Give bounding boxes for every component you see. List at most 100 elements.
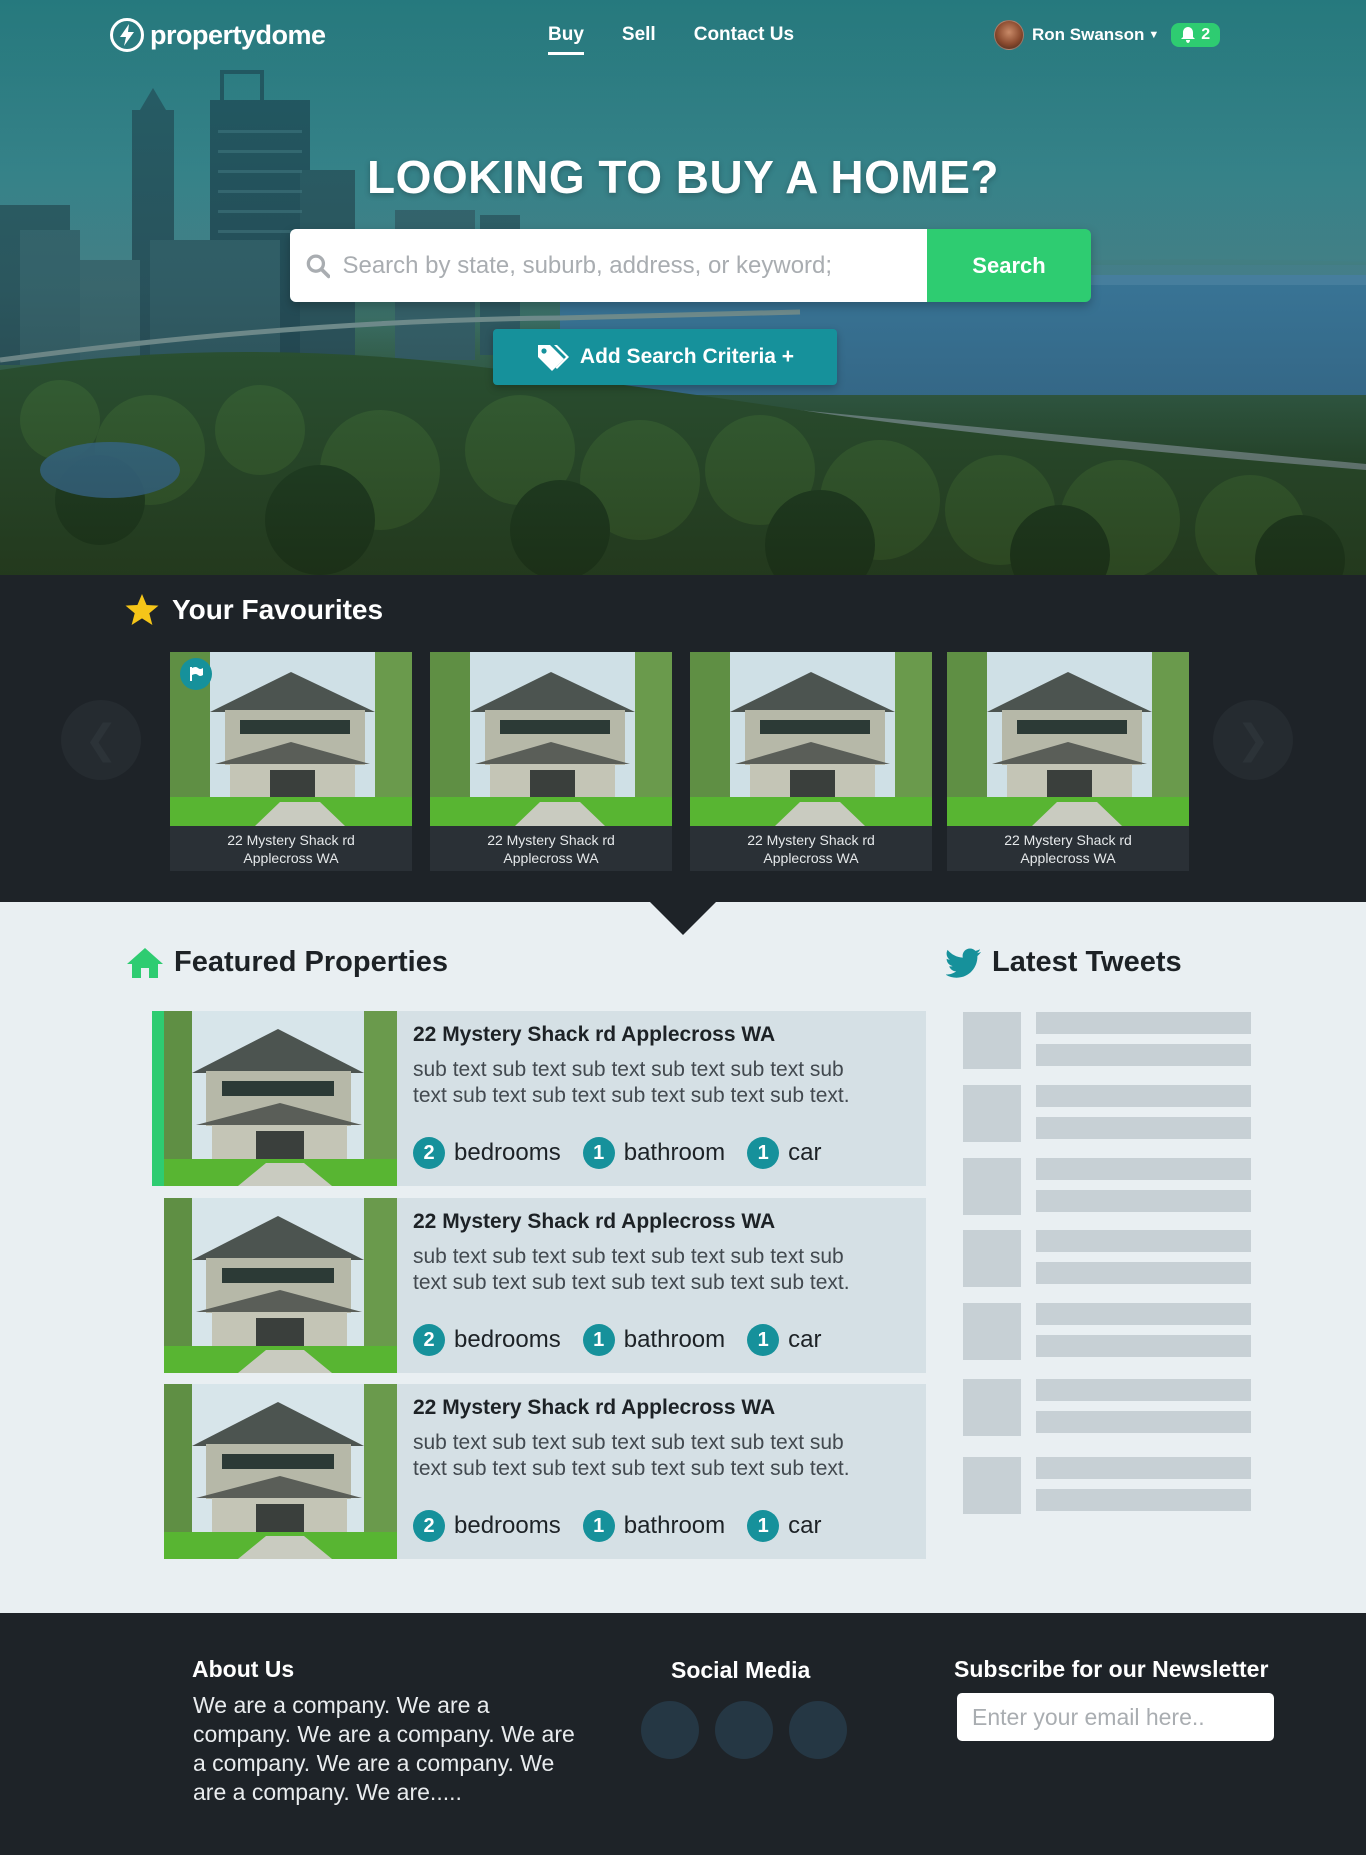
property-photo: [170, 652, 412, 826]
favourite-address-line1: 22 Mystery Shack rd: [227, 832, 355, 848]
bedrooms-count: 2: [413, 1137, 445, 1169]
user-name: Ron Swanson: [1032, 25, 1145, 44]
tweet-placeholder: [963, 1303, 1253, 1360]
social-link-1[interactable]: [641, 1701, 699, 1759]
cars-count: 1: [747, 1324, 780, 1356]
nav-link-sell[interactable]: Sell: [622, 24, 656, 55]
tweet-line-placeholder: [1036, 1230, 1251, 1252]
featured-heading: Featured Properties: [126, 946, 448, 979]
tweet-line-placeholder: [1036, 1379, 1251, 1401]
property-title: 22 Mystery Shack rd Applecross WA: [413, 1396, 776, 1419]
arrow-left-icon: ❮: [84, 718, 118, 762]
property-description: sub text sub text sub text sub text sub …: [413, 1431, 850, 1480]
tweet-avatar-placeholder: [963, 1085, 1021, 1142]
property-card[interactable]: 22 Mystery Shack rd Applecross WA sub te…: [164, 1198, 926, 1373]
social-link-2[interactable]: [715, 1701, 773, 1759]
top-navbar: propertydome Buy Sell Contact Us Ron Swa…: [0, 0, 1366, 75]
tweet-avatar-placeholder: [963, 1457, 1021, 1514]
property-card[interactable]: 22 Mystery Shack rd Applecross WA sub te…: [152, 1011, 926, 1186]
cars-stat: 1 car: [747, 1324, 821, 1356]
bathrooms-count: 1: [582, 1510, 615, 1542]
cars-count: 1: [747, 1510, 780, 1542]
bathrooms-label: bathroom: [623, 1139, 726, 1166]
lightning-bolt-icon: [110, 18, 144, 52]
carousel-next-button[interactable]: ❯: [1213, 700, 1293, 780]
tweet-avatar-placeholder: [963, 1158, 1021, 1215]
property-photo: [947, 652, 1189, 826]
brand-name: propertydome: [150, 19, 326, 50]
property-details: 22 Mystery Shack rd Applecross WA sub te…: [397, 1011, 926, 1186]
tweet-line-placeholder: [1036, 1012, 1251, 1034]
newsletter-heading: Subscribe for our Newsletter: [954, 1656, 1269, 1682]
tweet-avatar-placeholder: [963, 1379, 1021, 1436]
tweet-line-placeholder: [1036, 1044, 1251, 1066]
bedrooms-count: 2: [413, 1324, 445, 1356]
bedrooms-label: bedrooms: [454, 1512, 561, 1539]
bathrooms-label: bathroom: [623, 1512, 726, 1539]
about-text: We are a company. We are a company. We a…: [193, 1692, 575, 1805]
favourite-card[interactable]: 22 Mystery Shack rd Applecross WA: [947, 652, 1189, 871]
bedrooms-count: 2: [413, 1510, 445, 1542]
flag-badge[interactable]: [180, 658, 212, 690]
tweets-heading: Latest Tweets: [946, 946, 1182, 979]
tweet-line-placeholder: [1036, 1190, 1251, 1212]
favourites-heading: Your Favourites: [124, 593, 383, 627]
newsletter-email-input[interactable]: [957, 1693, 1274, 1741]
favourite-address-line2: Applecross WA: [243, 850, 339, 866]
hero-title: LOOKING TO BUY A HOME?: [366, 151, 1000, 203]
bedrooms-stat: 2 bedrooms: [413, 1137, 561, 1169]
tweet-placeholder: [963, 1085, 1253, 1142]
hero-banner: propertydome Buy Sell Contact Us Ron Swa…: [0, 0, 1366, 575]
search-field-wrapper: [290, 229, 927, 302]
property-description: sub text sub text sub text sub text sub …: [413, 1245, 850, 1294]
footer: About Us We are a company. We are a comp…: [0, 1613, 1366, 1855]
user-menu[interactable]: Ron Swanson ▼ 2: [994, 20, 1221, 50]
brand-logo[interactable]: propertydome: [110, 18, 326, 52]
favourite-caption: 22 Mystery Shack rd Applecross WA: [170, 826, 412, 867]
bedrooms-stat: 2 bedrooms: [413, 1510, 561, 1542]
tags-icon: [537, 345, 569, 371]
cars-label: car: [788, 1139, 822, 1166]
tweet-placeholder: [963, 1158, 1253, 1215]
property-photo: [430, 652, 672, 826]
property-title: 22 Mystery Shack rd Applecross WA: [413, 1210, 776, 1233]
property-card[interactable]: 22 Mystery Shack rd Applecross WA sub te…: [164, 1384, 926, 1559]
favourite-card[interactable]: 22 Mystery Shack rd Applecross WA: [170, 652, 412, 871]
bathrooms-stat: 1 bathroom: [582, 1137, 726, 1169]
featured-title: Featured Properties: [174, 946, 448, 978]
tweets-title: Latest Tweets: [992, 946, 1182, 978]
add-search-criteria-label: Add Search Criteria +: [579, 345, 795, 368]
cars-label: car: [788, 1512, 822, 1539]
carousel-prev-button[interactable]: ❮: [61, 700, 141, 780]
main-nav: Buy Sell Contact Us: [548, 24, 794, 55]
notification-badge[interactable]: 2: [1171, 23, 1221, 47]
section-notch: [650, 902, 716, 935]
favourite-address-line1: 22 Mystery Shack rd: [1004, 832, 1132, 848]
search-input[interactable]: [342, 251, 927, 280]
property-title: 22 Mystery Shack rd Applecross WA: [413, 1023, 776, 1046]
favourite-card[interactable]: 22 Mystery Shack rd Applecross WA: [430, 652, 672, 871]
cars-count: 1: [747, 1137, 780, 1169]
cars-stat: 1 car: [747, 1510, 821, 1542]
nav-link-contact[interactable]: Contact Us: [694, 24, 794, 55]
favourite-caption: 22 Mystery Shack rd Applecross WA: [690, 826, 932, 867]
favourite-caption: 22 Mystery Shack rd Applecross WA: [430, 826, 672, 867]
tweet-line-placeholder: [1036, 1117, 1251, 1139]
arrow-right-icon: ❯: [1236, 718, 1270, 762]
property-stats: 2 bedrooms 1 bathroom 1 car: [413, 1324, 910, 1356]
bedrooms-label: bedrooms: [454, 1326, 561, 1353]
favourite-card[interactable]: 22 Mystery Shack rd Applecross WA: [690, 652, 932, 871]
property-details: 22 Mystery Shack rd Applecross WA sub te…: [397, 1198, 926, 1373]
favourite-address-line2: Applecross WA: [1020, 850, 1116, 866]
favourite-address-line1: 22 Mystery Shack rd: [747, 832, 875, 848]
tweet-placeholder: [963, 1379, 1253, 1436]
cars-label: car: [788, 1326, 822, 1353]
favourite-caption: 22 Mystery Shack rd Applecross WA: [947, 826, 1189, 867]
notification-count: 2: [1201, 26, 1211, 43]
flag-icon: [190, 667, 203, 681]
add-search-criteria-button[interactable]: Add Search Criteria +: [493, 329, 837, 385]
nav-link-buy[interactable]: Buy: [548, 24, 584, 55]
tweet-avatar-placeholder: [963, 1012, 1021, 1069]
social-link-3[interactable]: [789, 1701, 847, 1759]
search-button[interactable]: Search: [927, 229, 1091, 302]
